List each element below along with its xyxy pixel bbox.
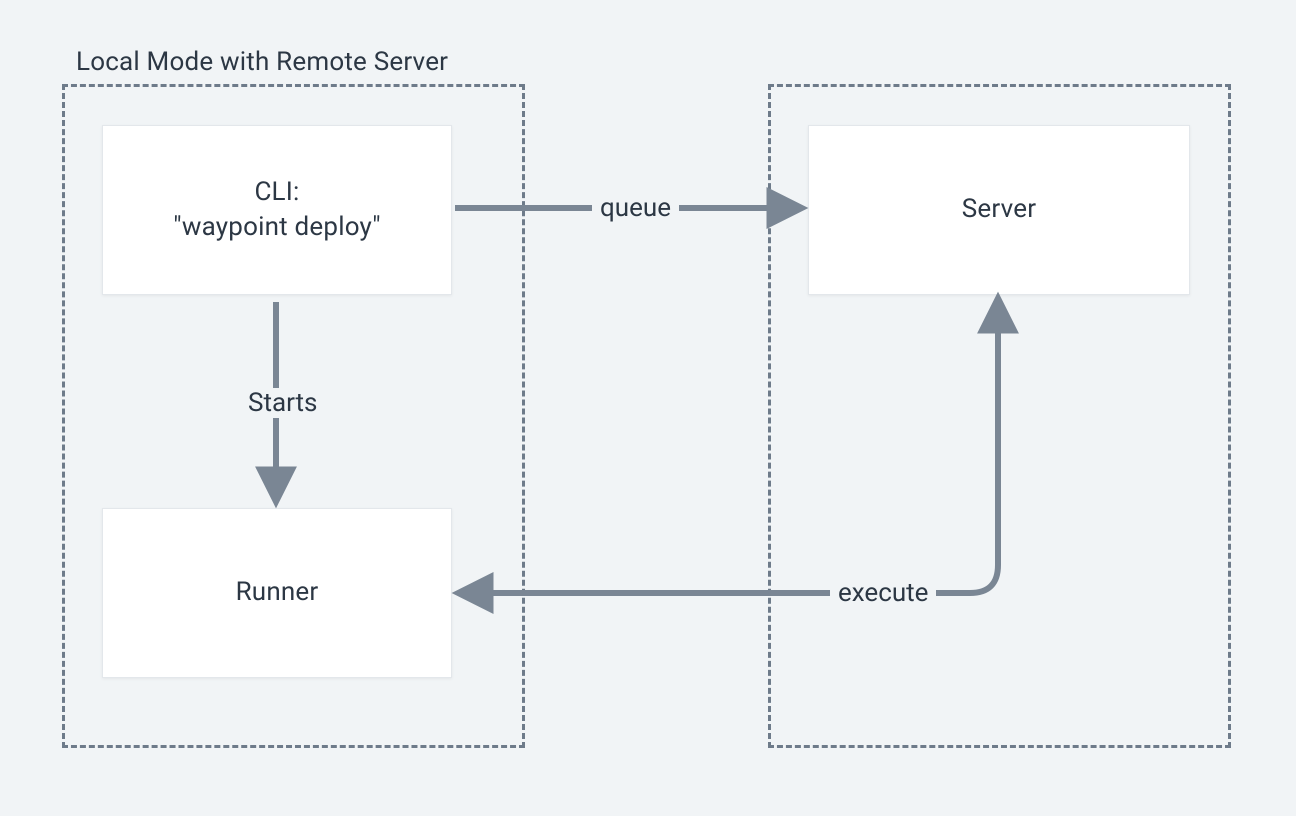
server-label: Server xyxy=(962,192,1037,227)
edge-queue-label: queue xyxy=(592,193,679,223)
cli-line1: CLI: xyxy=(254,175,299,210)
diagram-stage: Local Mode with Remote Server CLI: "wayp… xyxy=(0,0,1296,816)
server-node: Server xyxy=(808,125,1190,295)
edge-execute-label: execute xyxy=(830,578,936,608)
edge-starts-label: Starts xyxy=(240,388,325,418)
cli-line2: "waypoint deploy" xyxy=(173,210,381,245)
runner-label: Runner xyxy=(236,575,319,610)
diagram-title: Local Mode with Remote Server xyxy=(76,47,448,77)
cli-node: CLI: "waypoint deploy" xyxy=(102,125,452,295)
runner-node: Runner xyxy=(102,508,452,678)
